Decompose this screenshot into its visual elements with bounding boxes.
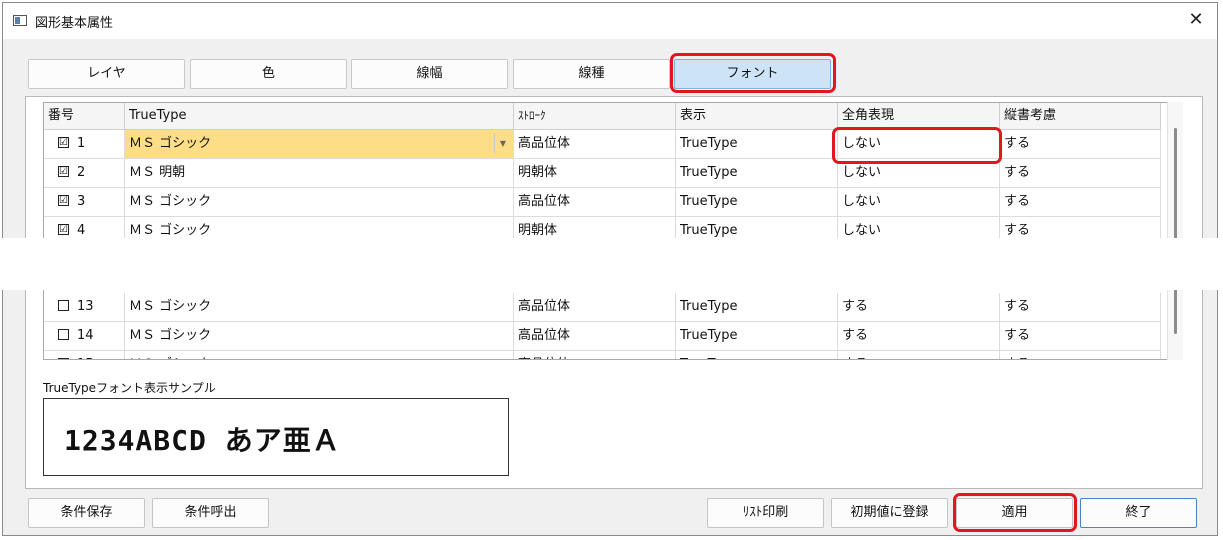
row-number: 4	[77, 223, 86, 238]
stroke-cell[interactable]: 高品位体	[514, 293, 676, 322]
tab-line-width[interactable]: 線幅	[351, 59, 508, 89]
col-header-zenkaku[interactable]: 全角表現	[838, 103, 1000, 130]
table-row[interactable]: ☑ 3 ＭＳ ゴシック 高品位体 TrueType しない する	[44, 188, 1161, 217]
row-number: 2	[77, 165, 86, 180]
table-row[interactable]: 13 ＭＳ ゴシック 高品位体 TrueType する する	[44, 293, 1161, 322]
obscuring-band	[0, 238, 1223, 290]
tategaki-cell[interactable]: する	[1000, 293, 1161, 322]
stroke-cell[interactable]: 明朝体	[514, 159, 676, 188]
truetype-cell[interactable]: ＭＳ ゴシック	[125, 188, 514, 217]
zenkaku-cell[interactable]: する	[838, 351, 1000, 359]
stroke-cell[interactable]: 高品位体	[514, 351, 676, 359]
display-cell[interactable]: TrueType	[676, 130, 838, 159]
tategaki-cell[interactable]: する	[1000, 188, 1161, 217]
col-header-stroke[interactable]: ｽﾄﾛｰｸ	[514, 103, 676, 130]
truetype-combo[interactable]: ＭＳ ゴシック ▼	[125, 130, 514, 159]
zenkaku-cell[interactable]: する	[838, 322, 1000, 351]
combo-arrow-icon[interactable]: ▼	[494, 133, 511, 154]
stroke-cell[interactable]: 高品位体	[514, 188, 676, 217]
display-cell[interactable]: TrueType	[676, 159, 838, 188]
tab-color[interactable]: 色	[190, 59, 347, 89]
checkbox-unchecked-icon[interactable]	[58, 300, 69, 311]
close-button[interactable]: 終了	[1080, 498, 1197, 528]
tab-layer[interactable]: レイヤ	[28, 59, 185, 89]
register-default-button[interactable]: 初期値に登録	[831, 498, 948, 528]
checkbox-checked-icon[interactable]: ☑	[58, 137, 69, 148]
stroke-cell[interactable]: 高品位体	[514, 322, 676, 351]
title-bar: 図形基本属性 ✕	[3, 3, 1217, 39]
row-number: 13	[77, 299, 94, 314]
truetype-cell[interactable]: ＭＳ 明朝	[125, 159, 514, 188]
print-list-button[interactable]: ﾘｽﾄ印刷	[707, 498, 824, 528]
load-conditions-button[interactable]: 条件呼出	[152, 498, 269, 528]
grid-header: 番号 TrueType ｽﾄﾛｰｸ 表示 全角表現 縦書考慮	[44, 103, 1161, 132]
tategaki-cell[interactable]: する	[1000, 159, 1161, 188]
col-header-number[interactable]: 番号	[44, 103, 125, 130]
zenkaku-cell[interactable]: しない	[838, 159, 1000, 188]
font-sample-box: 1234ABCD あア亜Ａ	[43, 398, 509, 476]
tategaki-cell[interactable]: する	[1000, 130, 1161, 159]
table-row[interactable]: 15 ＭＳ ゴシック 高品位体 TrueType する する	[44, 351, 1161, 359]
apply-button[interactable]: 適用	[956, 498, 1073, 528]
sample-label: TrueTypeフォント表示サンプル	[43, 381, 216, 395]
zenkaku-cell[interactable]: しない	[838, 188, 1000, 217]
truetype-cell[interactable]: ＭＳ ゴシック	[125, 351, 514, 359]
col-header-display[interactable]: 表示	[676, 103, 838, 130]
close-icon[interactable]: ✕	[1185, 9, 1207, 31]
row-number-cell[interactable]: ☑ 1	[44, 130, 125, 159]
truetype-cell[interactable]: ＭＳ ゴシック	[125, 322, 514, 351]
table-row[interactable]: 14 ＭＳ ゴシック 高品位体 TrueType する する	[44, 322, 1161, 351]
zenkaku-cell[interactable]: する	[838, 293, 1000, 322]
tab-font[interactable]: フォント	[674, 59, 831, 89]
display-cell[interactable]: TrueType	[676, 322, 838, 351]
truetype-value: ＭＳ ゴシック	[129, 136, 212, 151]
tategaki-cell[interactable]: する	[1000, 322, 1161, 351]
tategaki-cell[interactable]: する	[1000, 351, 1161, 359]
grid-vertical-scrollbar[interactable]	[1167, 102, 1183, 360]
save-conditions-button[interactable]: 条件保存	[28, 498, 145, 528]
row-number-cell[interactable]: ☑ 2	[44, 159, 125, 188]
display-cell[interactable]: TrueType	[676, 351, 838, 359]
truetype-cell[interactable]: ＭＳ ゴシック	[125, 293, 514, 322]
table-row[interactable]: ☑ 1 ＭＳ ゴシック ▼ 高品位体 TrueType しない する	[44, 130, 1161, 159]
tab-line-type[interactable]: 線種	[513, 59, 670, 89]
checkbox-checked-icon[interactable]: ☑	[58, 195, 69, 206]
font-sample-text: 1234ABCD あア亜Ａ	[64, 424, 341, 457]
window-title: 図形基本属性	[35, 16, 114, 31]
font-grid: 番号 TrueType ｽﾄﾛｰｸ 表示 全角表現 縦書考慮 ☑ 1 ＭＳ ゴシッ…	[43, 102, 1183, 360]
scrollbar-thumb[interactable]	[1174, 128, 1177, 334]
col-header-truetype[interactable]: TrueType	[125, 103, 514, 130]
col-header-tategaki[interactable]: 縦書考慮	[1000, 103, 1161, 130]
row-number-cell[interactable]: 14	[44, 322, 125, 351]
row-number-cell[interactable]: 13	[44, 293, 125, 322]
zenkaku-cell[interactable]: しない	[838, 130, 1000, 159]
font-panel: 番号 TrueType ｽﾄﾛｰｸ 表示 全角表現 縦書考慮 ☑ 1 ＭＳ ゴシッ…	[25, 96, 1203, 489]
app-icon	[13, 15, 27, 26]
display-cell[interactable]: TrueType	[676, 293, 838, 322]
checkbox-checked-icon[interactable]: ☑	[58, 224, 69, 235]
row-number: 15	[77, 357, 94, 359]
stroke-cell[interactable]: 高品位体	[514, 130, 676, 159]
checkbox-unchecked-icon[interactable]	[58, 329, 69, 340]
row-number-cell[interactable]: ☑ 3	[44, 188, 125, 217]
checkbox-checked-icon[interactable]: ☑	[58, 166, 69, 177]
table-row[interactable]: ☑ 2 ＭＳ 明朝 明朝体 TrueType しない する	[44, 159, 1161, 188]
row-number: 3	[77, 194, 86, 209]
display-cell[interactable]: TrueType	[676, 188, 838, 217]
row-number-cell[interactable]: 15	[44, 351, 125, 359]
checkbox-unchecked-icon[interactable]	[58, 358, 69, 359]
row-number: 14	[77, 328, 94, 343]
row-number: 1	[77, 136, 86, 151]
